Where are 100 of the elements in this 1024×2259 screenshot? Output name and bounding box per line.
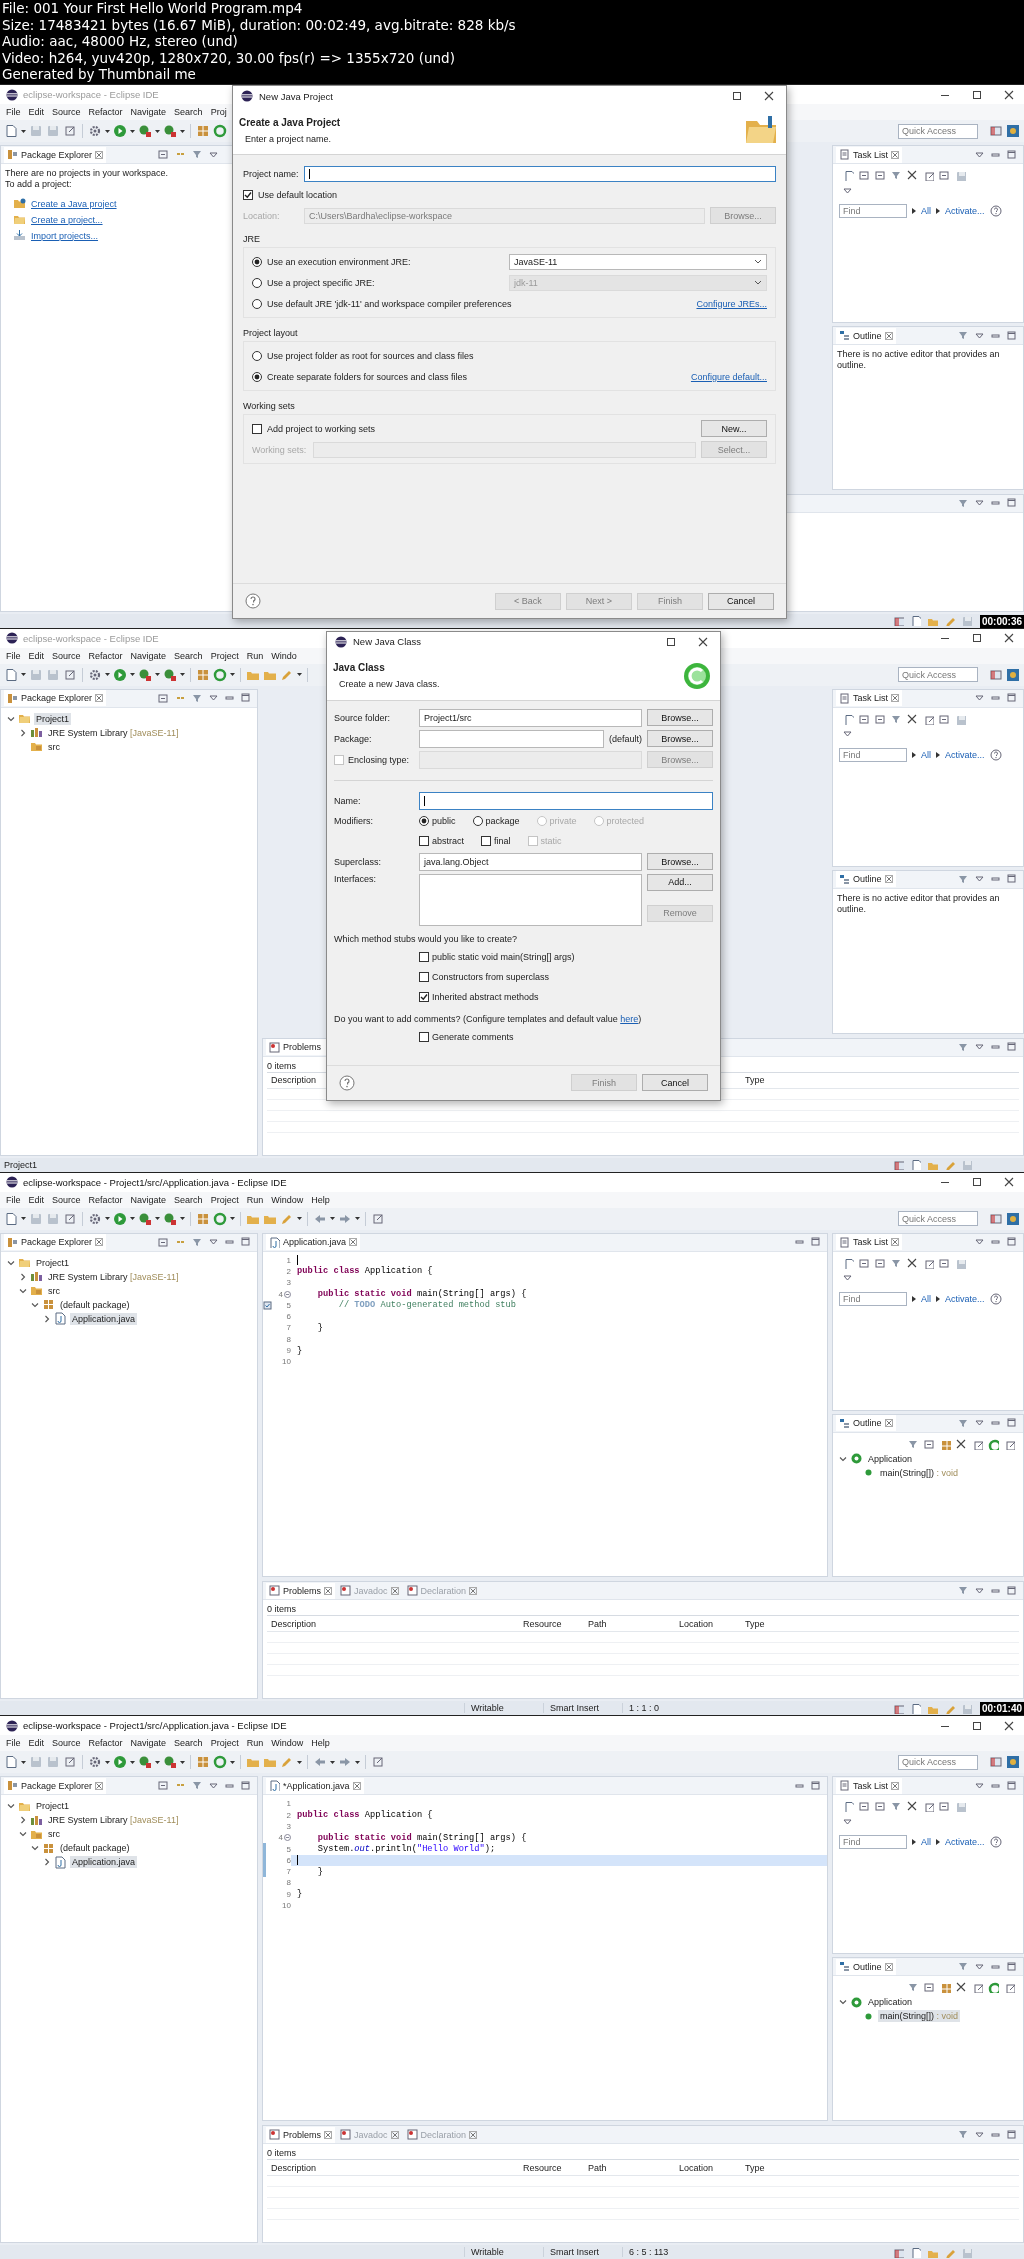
link[interactable]: Configure JREs...	[696, 298, 767, 309]
tree-item[interactable]: main(String[]) : void	[878, 1466, 961, 1479]
tree-item[interactable]: src	[46, 740, 62, 753]
view-tab[interactable]: Package Explorer	[4, 1234, 107, 1250]
menu-item[interactable]: File	[2, 1192, 25, 1207]
menu-item[interactable]: Refactor	[84, 648, 127, 663]
menu-item[interactable]: Source	[48, 648, 85, 663]
link[interactable]: Configure default...	[690, 371, 767, 382]
menu-item[interactable]: File	[2, 648, 25, 663]
menu-item[interactable]: Navigate	[126, 1192, 171, 1207]
tree-item[interactable]: Application	[866, 1452, 915, 1465]
column-header[interactable]: Type	[741, 2162, 807, 2173]
dialog-button[interactable]: Add...	[647, 873, 713, 891]
menu-item[interactable]: Source	[48, 1736, 85, 1751]
menu-item[interactable]: Refactor	[84, 105, 127, 119]
link[interactable]: Import projects...	[31, 230, 99, 241]
link[interactable]: Activate...	[945, 1837, 985, 1848]
search-field[interactable]: Find	[839, 204, 907, 218]
menu-item[interactable]: Navigate	[126, 1736, 171, 1751]
view-tab[interactable]: Outline	[836, 871, 896, 888]
column-header[interactable]: Description	[267, 1618, 519, 1629]
tree-item[interactable]: JRE System Library [JavaSE-11]	[46, 1814, 181, 1827]
search-field[interactable]: Quick Access	[898, 1211, 978, 1226]
column-header[interactable]: Type	[741, 1618, 807, 1629]
input-field[interactable]: java.lang.Object	[419, 852, 642, 871]
link[interactable]: Activate...	[945, 1293, 985, 1304]
search-field[interactable]: Quick Access	[898, 667, 978, 683]
menu-item[interactable]: File	[2, 1736, 25, 1751]
menu-item[interactable]: Search	[170, 1736, 207, 1751]
link[interactable]: Activate...	[945, 749, 985, 760]
view-tab[interactable]: Outline	[836, 1958, 896, 1975]
input-field[interactable]: Project1/src	[419, 708, 642, 727]
search-field[interactable]: Find	[839, 747, 907, 762]
view-tab[interactable]: Package Explorer	[4, 690, 107, 707]
menu-item[interactable]: Proj	[206, 105, 231, 119]
dialog-button[interactable]: New...	[701, 420, 767, 437]
search-field[interactable]: Find	[839, 1291, 907, 1306]
view-tab[interactable]: Problems	[266, 1582, 335, 1599]
menu-item[interactable]: Windo	[267, 648, 301, 663]
menu-item[interactable]: Source	[48, 105, 85, 119]
tree-item[interactable]: Project1	[34, 1800, 72, 1813]
tree-item[interactable]: JRE System Library [JavaSE-11]	[46, 726, 181, 739]
view-tab[interactable]: Outline	[836, 327, 896, 344]
view-tab[interactable]: Task List	[836, 146, 902, 163]
link[interactable]: All	[921, 1837, 931, 1848]
view-tab[interactable]: Task List	[836, 1234, 902, 1250]
view-tab[interactable]: Application.java	[266, 1234, 361, 1250]
search-field[interactable]: Quick Access	[898, 1754, 978, 1770]
menu-item[interactable]: Edit	[24, 1192, 49, 1207]
menu-item[interactable]: Search	[170, 1192, 207, 1207]
menu-item[interactable]: File	[2, 105, 25, 119]
tree-item[interactable]: Project1	[34, 1256, 72, 1269]
menu-item[interactable]: Run	[242, 648, 268, 663]
tree-item[interactable]: (default package)	[58, 1298, 132, 1311]
tree-item[interactable]: Project1	[34, 712, 72, 725]
menu-item[interactable]: Refactor	[84, 1736, 127, 1751]
link[interactable]: All	[921, 749, 931, 760]
dialog-button[interactable]: Cancel	[642, 1074, 708, 1092]
menu-item[interactable]: Edit	[24, 1736, 49, 1751]
column-header[interactable]: Path	[584, 2162, 675, 2173]
column-header[interactable]: Resource	[519, 1618, 584, 1629]
link[interactable]: All	[921, 1293, 931, 1304]
menu-item[interactable]: Run	[242, 1192, 268, 1207]
view-tab[interactable]: Package Explorer	[4, 146, 107, 163]
menu-item[interactable]: Window	[267, 1192, 308, 1207]
column-header[interactable]: Location	[675, 2162, 741, 2173]
tree-item[interactable]: src	[46, 1828, 62, 1841]
search-field[interactable]: Quick Access	[898, 123, 978, 139]
column-header[interactable]: Location	[675, 1618, 741, 1629]
menu-item[interactable]: Window	[267, 1736, 308, 1751]
view-tab[interactable]: Task List	[836, 1777, 902, 1794]
tree-item[interactable]: Application.java	[70, 1312, 138, 1325]
menu-item[interactable]: Navigate	[126, 648, 171, 663]
view-tab[interactable]: Package Explorer	[4, 1777, 107, 1794]
column-header[interactable]: Resource	[519, 2162, 584, 2173]
dialog-button[interactable]: Browse...	[647, 853, 713, 871]
menu-item[interactable]: Search	[170, 105, 207, 119]
tree-item[interactable]: src	[46, 1284, 62, 1297]
tree-item[interactable]: (default package)	[58, 1842, 132, 1855]
menu-item[interactable]: Run	[242, 1736, 268, 1751]
link[interactable]: Create a project...	[31, 214, 103, 225]
menu-item[interactable]: Edit	[24, 648, 49, 663]
tree-item[interactable]: JRE System Library [JavaSE-11]	[46, 1270, 181, 1283]
view-tab[interactable]: *Application.java	[266, 1777, 364, 1794]
menu-item[interactable]: Project	[206, 1736, 243, 1751]
view-tab[interactable]: Task List	[836, 690, 902, 707]
dialog-button[interactable]: Browse...	[647, 709, 713, 727]
dialog-button[interactable]: Cancel	[708, 592, 774, 610]
menu-item[interactable]: Help	[307, 1192, 334, 1207]
menu-item[interactable]: Help	[307, 1736, 334, 1751]
link[interactable]: Activate...	[945, 206, 985, 216]
menu-item[interactable]: Navigate	[126, 105, 171, 119]
dialog-button[interactable]: Browse...	[647, 730, 713, 748]
menu-item[interactable]: Refactor	[84, 1192, 127, 1207]
menu-item[interactable]: Edit	[24, 105, 49, 119]
tree-item[interactable]: Application	[866, 1996, 915, 2009]
view-tab[interactable]: Outline	[836, 1415, 896, 1431]
tree-item[interactable]: main(String[]) : void	[878, 2010, 961, 2023]
menu-item[interactable]: Search	[170, 648, 207, 663]
search-field[interactable]: Find	[839, 1835, 907, 1850]
